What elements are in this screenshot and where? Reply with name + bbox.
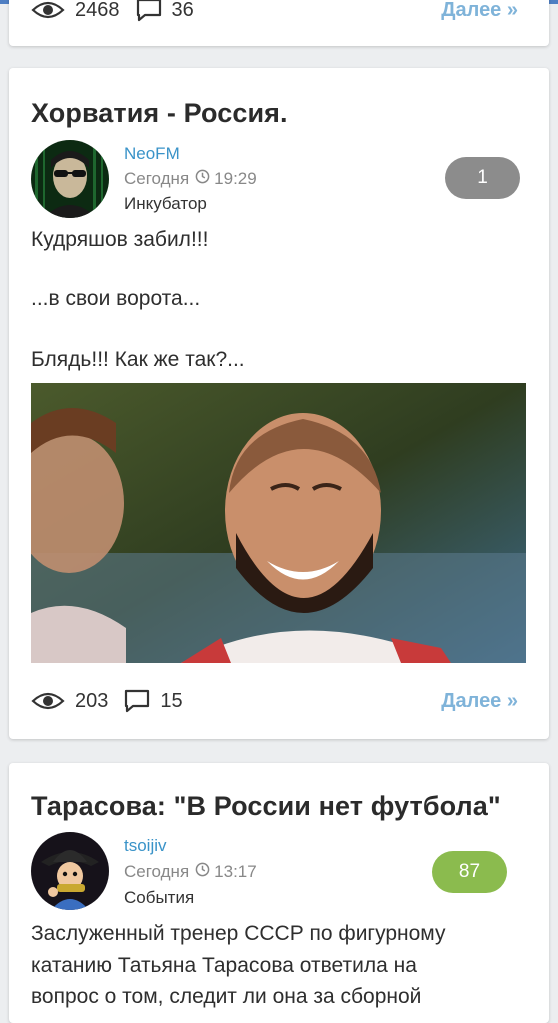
views-count: 2468 bbox=[75, 0, 120, 21]
post-time: Сегодня 13:17 bbox=[124, 862, 257, 882]
post-footer: 2468 36 Далее » bbox=[31, 0, 518, 25]
day-label: Сегодня bbox=[124, 862, 190, 881]
post-card-previous: 2468 36 Далее » bbox=[9, 0, 549, 46]
post-time: Сегодня 19:29 bbox=[124, 169, 257, 189]
read-more-link[interactable]: Далее » bbox=[441, 690, 518, 713]
author-name[interactable]: tsoijiv bbox=[124, 836, 167, 856]
post-body-line: Заслуженный тренер СССР по фигурному bbox=[31, 922, 446, 945]
day-label: Сегодня bbox=[124, 169, 190, 188]
post-category[interactable]: Инкубатор bbox=[124, 194, 207, 214]
speech-bubble-icon bbox=[124, 689, 150, 713]
post-body-line: ...в свои ворота... bbox=[31, 287, 201, 310]
views-stat: 203 bbox=[31, 690, 108, 713]
post-body-line: Кудряшов забил!!! bbox=[31, 228, 209, 251]
post-image[interactable] bbox=[31, 383, 526, 663]
post-body-line: вопрос о том, следит ли она за сборной bbox=[31, 985, 422, 1008]
author-name[interactable]: NeoFM bbox=[124, 144, 180, 164]
post-category[interactable]: События bbox=[124, 888, 194, 908]
post-body-line: Блядь!!! Как же так?... bbox=[31, 348, 245, 371]
comments-stat[interactable]: 15 bbox=[124, 689, 183, 713]
post-footer: 203 15 Далее » bbox=[31, 686, 518, 716]
rating-badge[interactable]: 87 bbox=[432, 851, 507, 893]
avatar[interactable] bbox=[31, 832, 109, 910]
time-label: 19:29 bbox=[214, 169, 257, 188]
time-label: 13:17 bbox=[214, 862, 257, 881]
eye-icon bbox=[31, 0, 65, 20]
post-card: Тарасова: "В России нет футбола" tsoijiv… bbox=[9, 763, 549, 1023]
eye-icon bbox=[31, 691, 65, 711]
post-title[interactable]: Тарасова: "В России нет футбола" bbox=[31, 791, 501, 822]
comments-count: 15 bbox=[160, 689, 183, 712]
post-title[interactable]: Хорватия - Россия. bbox=[31, 98, 288, 129]
read-more-link[interactable]: Далее » bbox=[441, 0, 518, 22]
comments-stat[interactable]: 36 bbox=[136, 0, 194, 22]
post-card: Хорватия - Россия. NeoFM Сегодня 19:29 И… bbox=[9, 68, 549, 739]
clock-icon bbox=[195, 169, 210, 189]
rating-badge[interactable]: 1 bbox=[445, 157, 520, 199]
comments-count: 36 bbox=[171, 0, 194, 21]
views-count: 203 bbox=[75, 689, 109, 712]
avatar[interactable] bbox=[31, 140, 109, 218]
clock-icon bbox=[195, 862, 210, 882]
views-stat: 2468 bbox=[31, 0, 120, 22]
post-body-line: катанию Татьяна Тарасова ответила на bbox=[31, 954, 417, 977]
speech-bubble-icon bbox=[136, 0, 162, 22]
